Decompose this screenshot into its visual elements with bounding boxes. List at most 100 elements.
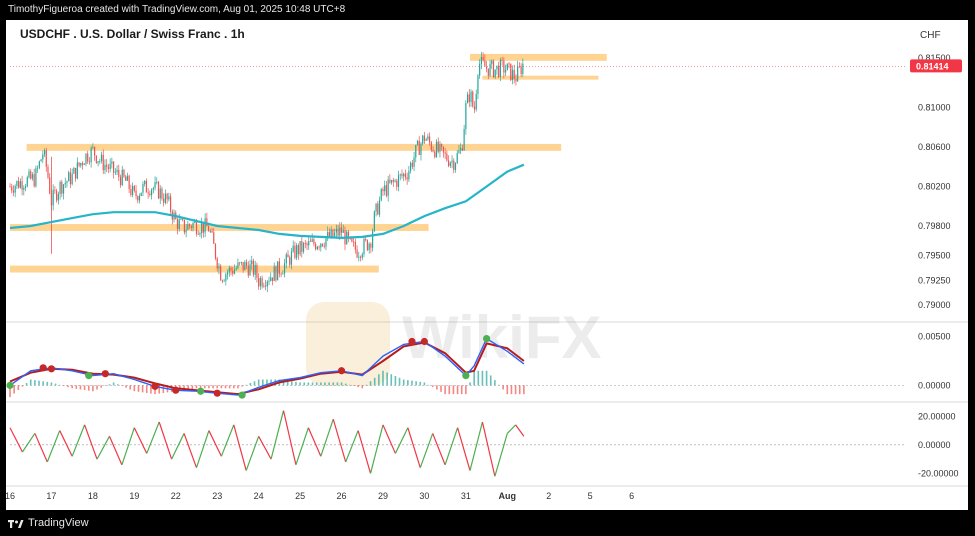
candle: [370, 242, 372, 254]
candle-body: [97, 161, 99, 163]
candle: [302, 241, 305, 254]
candle: [95, 155, 97, 164]
candle-body: [320, 243, 322, 248]
macd-histogram-bar: [228, 385, 231, 389]
macd-histogram-bar: [473, 370, 475, 386]
candle-body: [114, 172, 116, 173]
candle: [163, 193, 165, 207]
candle-body: [221, 280, 223, 282]
oscillator-segment: [407, 427, 421, 468]
oscillator-segment: [481, 421, 496, 477]
candle-body: [304, 243, 306, 244]
candle: [247, 261, 249, 278]
candle-body: [283, 263, 286, 274]
candle-body: [152, 188, 154, 190]
macd-histogram-bar: [344, 383, 347, 386]
candle: [318, 245, 320, 251]
candle: [522, 58, 524, 77]
price-tick-label: 0.80600: [918, 142, 951, 152]
time-tick-label: 2: [546, 491, 551, 501]
candle-body: [73, 167, 75, 174]
candle: [138, 193, 141, 204]
macd-histogram-bar: [38, 380, 40, 386]
zone-band: [10, 265, 379, 273]
chart-svg[interactable]: USDCHF . U.S. Dollar / Swiss Franc . 1h …: [6, 20, 968, 510]
macd-histogram-bar: [291, 381, 293, 386]
candle-body: [201, 223, 203, 234]
candle-body: [377, 203, 379, 215]
candle-body: [68, 172, 70, 182]
price-tick-label: 0.80200: [918, 181, 951, 191]
price-tick-label: 0.79250: [918, 275, 951, 285]
candle-body: [290, 251, 293, 265]
macd-histogram-bar: [83, 385, 86, 391]
candle-body: [479, 64, 481, 76]
candle: [239, 261, 241, 266]
candle: [468, 88, 470, 108]
oscillator-segment: [394, 427, 409, 454]
candle-body: [491, 60, 493, 64]
oscillator-segment: [282, 410, 297, 465]
time-tick-label: 25: [295, 491, 305, 501]
candle: [169, 193, 172, 216]
candle-body: [100, 154, 103, 161]
candle-body: [408, 170, 410, 180]
candle-body: [366, 240, 369, 251]
macd-cross-dot: [101, 370, 109, 378]
time-tick-label: 30: [419, 491, 429, 501]
macd-cross-dot: [213, 389, 221, 397]
candle-body: [437, 141, 439, 152]
candle: [520, 63, 522, 78]
candle-body: [235, 268, 237, 270]
candle: [268, 276, 270, 286]
candle-body: [119, 176, 122, 186]
candle-body: [494, 69, 496, 78]
macd-histogram-bar: [452, 385, 455, 395]
candle-body: [218, 266, 220, 269]
oscillator-segment: [183, 433, 198, 468]
candle: [128, 174, 130, 193]
candle-body: [64, 182, 66, 185]
candle-body: [370, 243, 372, 248]
candle: [510, 63, 512, 82]
macd-histogram-bar: [216, 385, 219, 389]
candle-body: [468, 94, 470, 103]
candle-body: [9, 186, 11, 188]
last-price-label: 0.81414: [916, 61, 949, 71]
candle: [156, 177, 158, 185]
candle-body: [94, 146, 96, 156]
candle-body: [363, 238, 365, 255]
candle-body: [271, 277, 274, 281]
candle-body: [190, 226, 192, 228]
candle: [423, 131, 426, 144]
candle: [479, 59, 481, 79]
candle: [387, 175, 389, 202]
candle-body: [337, 228, 339, 236]
candle-body: [425, 139, 427, 141]
macd-histogram-bar: [469, 382, 471, 386]
candle-body: [159, 188, 161, 199]
macd-histogram-bar: [357, 385, 359, 388]
candle: [183, 219, 186, 235]
candle: [214, 243, 217, 261]
oscillator-segment: [506, 424, 517, 434]
candle-body: [239, 262, 241, 264]
candle: [394, 178, 396, 183]
macd-histogram-bar: [320, 382, 322, 386]
candle-body: [187, 224, 189, 230]
candle: [249, 259, 251, 276]
candle-body: [137, 196, 139, 201]
candle-body: [125, 176, 127, 181]
candle-body: [202, 223, 204, 233]
candle: [88, 157, 91, 165]
candle-body: [244, 261, 246, 271]
candle: [264, 279, 267, 291]
candle: [271, 277, 274, 286]
candle-body: [384, 185, 386, 192]
macd-histogram-bar: [394, 376, 397, 386]
candle-body: [156, 182, 158, 183]
price-tick-label: 0.79000: [918, 300, 951, 310]
candle: [140, 192, 142, 197]
candle: [385, 181, 388, 198]
candle-body: [401, 174, 403, 177]
